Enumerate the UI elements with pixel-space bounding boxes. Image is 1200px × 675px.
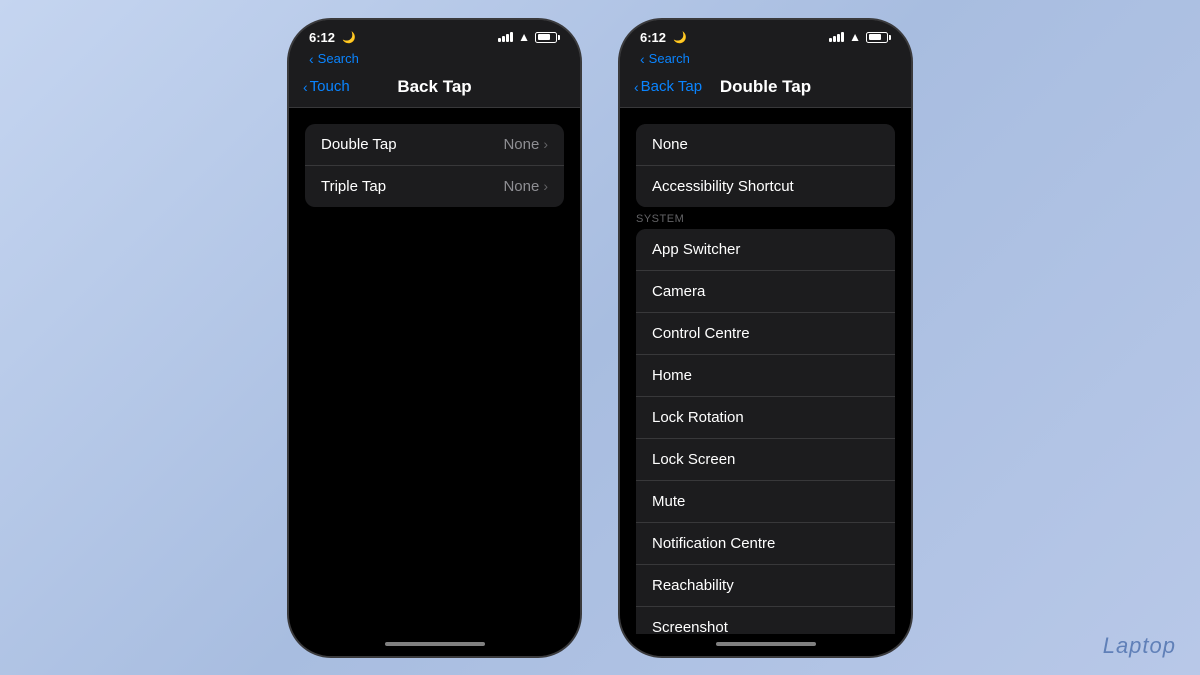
system-section-header: SYSTEM — [620, 207, 911, 229]
home-bar-right — [716, 642, 816, 646]
battery-body-left — [535, 32, 557, 43]
home-indicator-right — [620, 634, 911, 656]
menu-item-mute[interactable]: Mute — [636, 481, 895, 523]
lock-rotation-label: Lock Rotation — [652, 409, 744, 426]
search-back-right[interactable]: Search — [649, 51, 690, 66]
search-bar-left: ‹ Search — [289, 49, 580, 73]
system-settings-group: App Switcher Camera Control Centre Home … — [636, 229, 895, 634]
signal-bar-1 — [498, 38, 501, 42]
double-tap-label: Double Tap — [321, 136, 397, 153]
signal-bar-r4 — [841, 32, 844, 42]
settings-group-left: Double Tap None › Triple Tap None › — [305, 124, 564, 207]
nav-bar-left: ‹ Touch Back Tap — [289, 73, 580, 108]
battery-fill-right — [869, 34, 882, 40]
watermark: Laptop — [1103, 633, 1176, 659]
top-group: None Accessibility Shortcut — [636, 124, 895, 207]
signal-bars-left — [498, 32, 513, 42]
menu-item-lock-screen[interactable]: Lock Screen — [636, 439, 895, 481]
search-bar-right: ‹ Search — [620, 49, 911, 73]
triple-tap-value-text: None — [503, 178, 539, 195]
status-time-left: 6:12 🌙 — [309, 30, 356, 45]
menu-item-reachability[interactable]: Reachability — [636, 565, 895, 607]
chevron-left-search-left: ‹ — [309, 51, 314, 67]
time-right: 6:12 — [640, 30, 666, 45]
accessibility-shortcut-label: Accessibility Shortcut — [652, 178, 794, 195]
signal-bar-r3 — [837, 34, 840, 42]
signal-bars-right — [829, 32, 844, 42]
nav-bar-right: ‹ Back Tap Double Tap — [620, 73, 911, 108]
moon-icon-left: 🌙 — [342, 31, 356, 44]
chevron-left-nav-left: ‹ — [303, 79, 308, 95]
notification-centre-label: Notification Centre — [652, 535, 775, 552]
status-bar-right: 6:12 🌙 ▲ — [620, 20, 911, 49]
mute-label: Mute — [652, 493, 685, 510]
home-bar-left — [385, 642, 485, 646]
content-left: Double Tap None › Triple Tap None › — [289, 108, 580, 634]
none-label: None — [652, 136, 688, 153]
home-label: Home — [652, 367, 692, 384]
status-bar-left: 6:12 🌙 ▲ — [289, 20, 580, 49]
battery-fill-left — [538, 34, 551, 40]
signal-bar-r2 — [833, 36, 836, 42]
settings-row-triple-tap[interactable]: Triple Tap None › — [305, 166, 564, 207]
triple-tap-chevron: › — [543, 178, 548, 194]
nav-back-right[interactable]: ‹ Back Tap — [634, 78, 702, 95]
nav-title-left: Back Tap — [397, 77, 471, 97]
signal-bar-4 — [510, 32, 513, 42]
wifi-icon-right: ▲ — [849, 30, 861, 44]
triple-tap-label: Triple Tap — [321, 178, 386, 195]
control-centre-label: Control Centre — [652, 325, 750, 342]
battery-tip-right — [889, 35, 891, 40]
status-icons-left: ▲ — [498, 30, 560, 44]
top-settings-group: None Accessibility Shortcut — [636, 124, 895, 207]
phone-left: 6:12 🌙 ▲ ‹ — [287, 18, 582, 658]
camera-label: Camera — [652, 283, 705, 300]
nav-back-left[interactable]: ‹ Touch — [303, 78, 350, 95]
double-tap-value-text: None — [503, 136, 539, 153]
status-icons-right: ▲ — [829, 30, 891, 44]
menu-item-home[interactable]: Home — [636, 355, 895, 397]
menu-item-app-switcher[interactable]: App Switcher — [636, 229, 895, 271]
double-tap-value: None › — [503, 136, 548, 153]
home-indicator-left — [289, 634, 580, 656]
battery-tip-left — [558, 35, 560, 40]
signal-bar-3 — [506, 34, 509, 42]
nav-back-label-left[interactable]: Touch — [310, 78, 350, 95]
battery-left — [535, 32, 560, 43]
menu-item-lock-rotation[interactable]: Lock Rotation — [636, 397, 895, 439]
nav-title-right: Double Tap — [720, 77, 811, 97]
menu-item-notification-centre[interactable]: Notification Centre — [636, 523, 895, 565]
signal-bar-r1 — [829, 38, 832, 42]
app-switcher-label: App Switcher — [652, 241, 740, 258]
content-right: None Accessibility Shortcut SYSTEM App S… — [620, 108, 911, 634]
screenshot-label: Screenshot — [652, 619, 728, 634]
menu-item-screenshot[interactable]: Screenshot — [636, 607, 895, 634]
reachability-label: Reachability — [652, 577, 734, 594]
settings-row-double-tap[interactable]: Double Tap None › — [305, 124, 564, 166]
menu-item-control-centre[interactable]: Control Centre — [636, 313, 895, 355]
search-back-left[interactable]: Search — [318, 51, 359, 66]
double-tap-chevron: › — [543, 136, 548, 152]
signal-bar-2 — [502, 36, 505, 42]
wifi-icon-left: ▲ — [518, 30, 530, 44]
triple-tap-value: None › — [503, 178, 548, 195]
menu-item-none[interactable]: None — [636, 124, 895, 166]
menu-item-accessibility-shortcut[interactable]: Accessibility Shortcut — [636, 166, 895, 207]
battery-right — [866, 32, 891, 43]
phone-right: 6:12 🌙 ▲ ‹ — [618, 18, 913, 658]
lock-screen-label: Lock Screen — [652, 451, 735, 468]
system-group: App Switcher Camera Control Centre Home … — [636, 229, 895, 634]
chevron-left-search-right: ‹ — [640, 51, 645, 67]
status-time-right: 6:12 🌙 — [640, 30, 687, 45]
phones-container: 6:12 🌙 ▲ ‹ — [287, 18, 913, 658]
time-left: 6:12 — [309, 30, 335, 45]
settings-section-left: Double Tap None › Triple Tap None › — [305, 124, 564, 207]
nav-back-label-right[interactable]: Back Tap — [641, 78, 702, 95]
battery-body-right — [866, 32, 888, 43]
moon-icon-right: 🌙 — [673, 31, 687, 44]
chevron-left-nav-right: ‹ — [634, 79, 639, 95]
menu-item-camera[interactable]: Camera — [636, 271, 895, 313]
